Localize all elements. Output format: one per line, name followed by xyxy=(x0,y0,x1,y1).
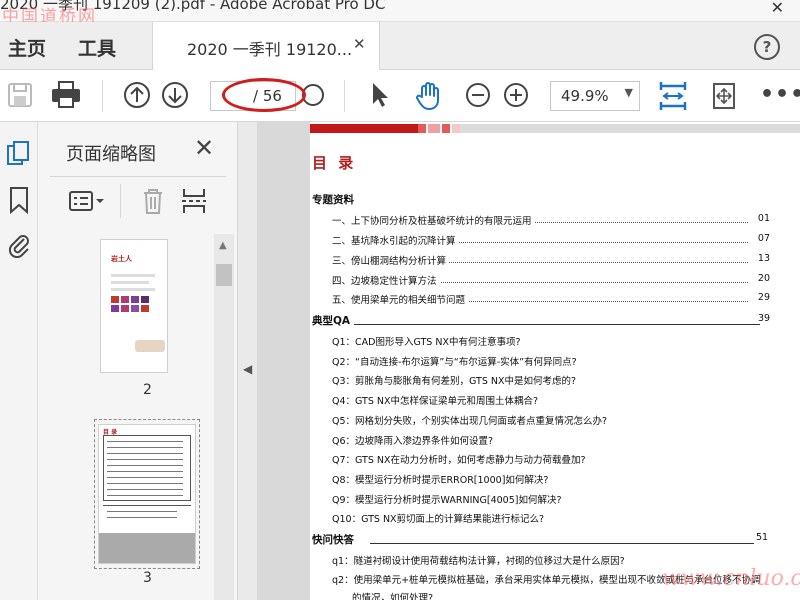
page-thumbnails-icon[interactable] xyxy=(6,140,32,168)
window-close-icon[interactable]: ✕ xyxy=(771,0,784,17)
menu-tools[interactable]: 工具 xyxy=(78,34,116,61)
scroll-up-icon[interactable]: ▲ xyxy=(219,240,227,251)
zoom-in-icon[interactable] xyxy=(502,80,530,110)
document-viewport[interactable]: 目 录 专题资料 一、上下协同分析及桩基破坏统计的有限元运用 01 二、基坑降水引… xyxy=(258,122,800,600)
panel-collapse-handle[interactable]: ◀ xyxy=(238,122,258,600)
menu-bar: 主页 工具 2020 一季刊 19120... ✕ ? xyxy=(0,22,800,71)
toc-section-title: 专题资料 xyxy=(312,194,354,206)
zoom-out-icon[interactable] xyxy=(464,80,492,110)
close-panel-icon[interactable]: ✕ xyxy=(194,134,214,162)
toc-question[interactable]: Q4：GTS NX中怎样保证梁单元和周围土体耦合? xyxy=(332,393,538,407)
hand-tool-icon[interactable] xyxy=(414,80,446,112)
toc-section-page: 51 xyxy=(756,532,769,543)
toc-section-rule xyxy=(354,324,760,325)
document-page: 目 录 专题资料 一、上下协同分析及桩基破坏统计的有限元运用 01 二、基坑降水引… xyxy=(310,122,800,600)
page-thumbnail[interactable]: 目 录 xyxy=(98,424,196,564)
thumbnail-page-label: 2 xyxy=(143,382,152,398)
toc-question-continued: 的情况，如何处理? xyxy=(352,593,434,600)
toc-entry[interactable]: 三、傍山棚洞结构分析计算 13 xyxy=(332,253,770,267)
toc-section-page: 39 xyxy=(758,313,771,324)
title-bar: 2020 一季刊 191209 (2).pdf - Adobe Acrobat … xyxy=(0,0,800,27)
header-color-bar xyxy=(428,124,440,133)
print-icon[interactable] xyxy=(50,80,82,110)
toc-question[interactable]: Q9：模型运行分析时提示WARNING[4005]如何解决? xyxy=(332,492,562,506)
menu-home[interactable]: 主页 xyxy=(8,34,46,61)
toolbar: / 56 49.9% ▼ ••• xyxy=(0,70,800,122)
fit-width-icon[interactable] xyxy=(658,80,688,112)
toc-question[interactable]: Q2：“自动连接-布尔运算”与“布尔运算-实体”有何异同点? xyxy=(332,354,577,368)
header-color-bar xyxy=(442,124,450,133)
next-page-icon[interactable] xyxy=(160,80,190,110)
left-icon-rail xyxy=(0,122,38,600)
more-options-icon[interactable]: ••• xyxy=(760,82,800,107)
toolbar-divider xyxy=(344,80,345,112)
toolbar-divider xyxy=(102,80,103,112)
thumbnail-page-label: 3 xyxy=(143,570,152,586)
previous-page-icon[interactable] xyxy=(122,80,152,110)
thumbnails-panel-title: 页面缩略图 xyxy=(66,144,156,165)
toc-section-rule xyxy=(370,543,754,544)
watermark-url: www.cnluo.com xyxy=(662,566,800,591)
toc-question[interactable]: Q8：模型运行分析时提示ERROR[1000]如何解决? xyxy=(332,472,548,486)
toc-entry[interactable]: 二、基坑降水引起的沉降计算 07 xyxy=(332,233,770,247)
panel-divider xyxy=(120,184,121,218)
bookmark-icon[interactable] xyxy=(8,186,30,214)
annotation-highlight xyxy=(222,78,306,112)
chevron-left-icon: ◀ xyxy=(243,362,253,376)
full-screen-icon[interactable] xyxy=(710,80,738,112)
toc-question[interactable]: Q6：边坡降雨入渗边界条件如何设置? xyxy=(332,433,493,447)
document-tab[interactable]: 2020 一季刊 19120... ✕ xyxy=(152,22,380,71)
select-cursor-icon[interactable] xyxy=(368,80,392,110)
toc-question[interactable]: Q10：GTS NX剪切面上的计算结果能进行标记么? xyxy=(332,511,544,525)
toc-title: 目 录 xyxy=(312,154,357,172)
help-icon[interactable]: ? xyxy=(754,34,780,60)
header-color-bar xyxy=(310,124,418,133)
toc-section-title: 典型QA xyxy=(312,315,351,327)
header-color-bar xyxy=(460,124,800,133)
thumbnails-scrollbar[interactable]: ▲ xyxy=(214,234,234,600)
toc-question[interactable]: Q3：剪胀角与膨胀角有何差别，GTS NX中是如何考虑的? xyxy=(332,373,576,387)
toc-question[interactable]: Q1：CAD图形导入GTS NX中有何注意事项? xyxy=(332,334,521,348)
attachment-icon[interactable] xyxy=(6,230,32,258)
chevron-down-icon: ▼ xyxy=(624,86,633,99)
insert-pages-icon[interactable] xyxy=(180,186,208,216)
toc-question[interactable]: Q7：GTS NX在动力分析时，如何考虑静力与动力荷载叠加? xyxy=(332,452,586,466)
header-color-bar xyxy=(418,124,426,133)
toc-question[interactable]: q1：隧道衬砌设计使用荷载结构法计算，衬砌的位移过大是什么原因? xyxy=(332,553,625,567)
toc-entry[interactable]: 五、使用梁单元的相关细节问题 29 xyxy=(332,292,770,306)
delete-icon[interactable] xyxy=(140,186,166,216)
page-thumbnail[interactable]: 岩土人 xyxy=(100,239,168,373)
scrollbar-thumb[interactable] xyxy=(216,264,232,286)
toc-section-title: 快问快答 xyxy=(312,534,354,546)
toc-entry[interactable]: 四、边坡稳定性计算方法 20 xyxy=(332,273,770,287)
zoom-level-value: 49.9% xyxy=(561,87,609,105)
header-color-bar xyxy=(452,124,460,133)
document-tab-label: 2020 一季刊 19120... xyxy=(187,40,353,59)
toc-entry[interactable]: 一、上下协同分析及桩基破坏统计的有限元运用 01 xyxy=(332,213,770,227)
thumbnail-options-icon[interactable] xyxy=(68,188,108,214)
thumbnails-panel: 页面缩略图 ✕ 岩土人 2 目 录 3 ▲ xyxy=(38,122,238,600)
panel-divider xyxy=(50,176,226,177)
thumbnail-title: 岩土人 xyxy=(111,255,132,263)
tab-close-icon[interactable]: ✕ xyxy=(353,35,366,53)
save-icon[interactable] xyxy=(6,80,34,110)
toc-question[interactable]: Q5：网格划分失败，个别实体出现几何面或者点重复情况怎么办? xyxy=(332,413,607,427)
zoom-level-select[interactable]: 49.9% ▼ xyxy=(550,81,640,111)
